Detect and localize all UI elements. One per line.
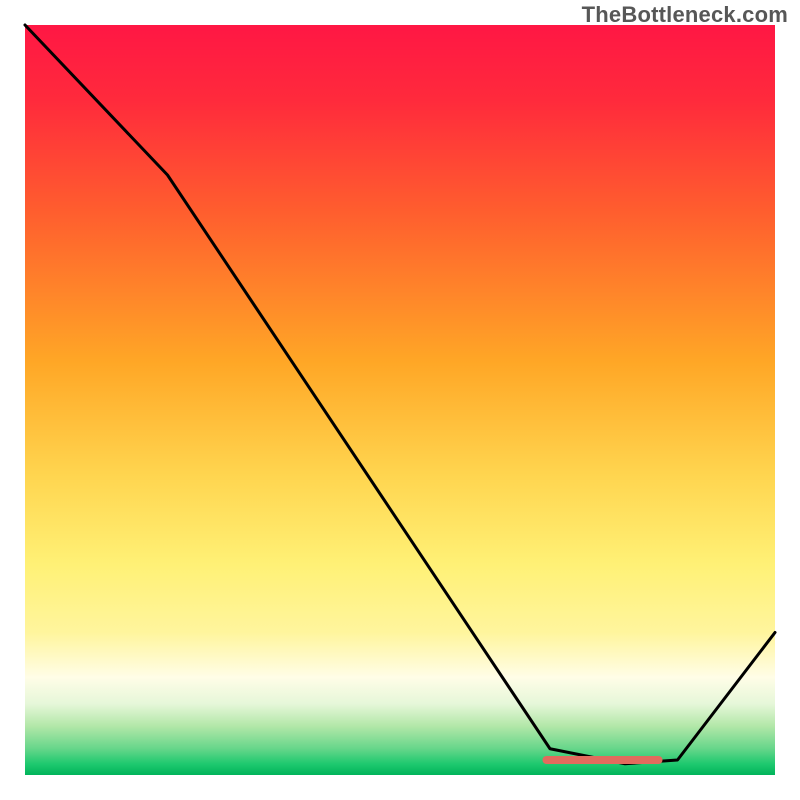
selected-range-marker	[543, 756, 663, 764]
plot-background	[25, 25, 775, 775]
bottleneck-chart	[0, 0, 800, 800]
watermark-text: TheBottleneck.com	[582, 2, 788, 28]
chart-container: { "watermark": "TheBottleneck.com", "cha…	[0, 0, 800, 800]
